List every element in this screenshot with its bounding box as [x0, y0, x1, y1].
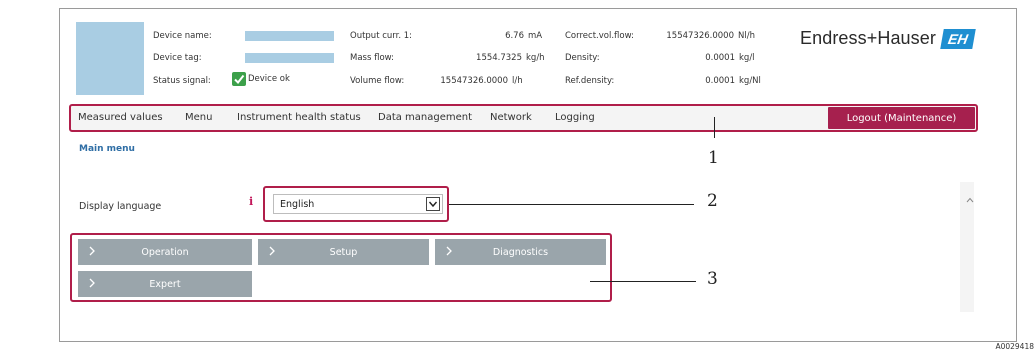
- endress-hauser-logo: Endress+Hauser EH: [800, 28, 976, 49]
- corr-vol-flow-unit: Nl/h: [738, 31, 755, 41]
- device-image: [76, 22, 144, 95]
- corr-vol-flow-label: Correct.vol.flow:: [565, 31, 634, 41]
- status-signal-label: Status signal:: [153, 76, 211, 86]
- volume-flow-unit: l/h: [512, 76, 523, 86]
- nav-network[interactable]: Network: [490, 112, 532, 123]
- chevron-right-icon: [445, 245, 453, 260]
- chevron-right-icon: [268, 245, 276, 260]
- callout-3-leader: [590, 281, 696, 282]
- language-value: English: [280, 199, 315, 210]
- density-unit: kg/l: [739, 53, 755, 63]
- chevron-down-icon[interactable]: [426, 197, 440, 211]
- ref-density-label: Ref.density:: [565, 76, 615, 86]
- status-signal-value: Device ok: [248, 74, 290, 84]
- eh-logo-icon: EH: [940, 28, 976, 49]
- chevron-right-icon: [88, 277, 96, 292]
- operation-label: Operation: [141, 246, 189, 258]
- callout-1-leader: [714, 117, 715, 138]
- device-name-value: [245, 31, 334, 41]
- expert-label: Expert: [149, 278, 181, 290]
- diagnostics-label: Diagnostics: [492, 246, 549, 258]
- density-label: Density:: [565, 53, 600, 63]
- output-curr-unit: mA: [528, 31, 543, 41]
- ref-density-unit: kg/Nl: [739, 76, 761, 86]
- diagnostics-button[interactable]: Diagnostics: [435, 239, 606, 265]
- operation-button[interactable]: Operation: [78, 239, 252, 265]
- output-curr-label: Output curr. 1:: [350, 31, 413, 41]
- density-value: 0.0001: [705, 53, 735, 63]
- nav-menu[interactable]: Menu: [185, 112, 212, 123]
- nav-data-management[interactable]: Data management: [378, 112, 472, 123]
- nav-measured-values[interactable]: Measured values: [78, 112, 163, 123]
- callout-3: 3: [707, 269, 718, 289]
- callout-2-leader: [449, 204, 694, 205]
- device-tag-label: Device tag:: [153, 53, 202, 63]
- logout-button[interactable]: Logout (Maintenance): [828, 107, 975, 129]
- volume-flow-label: Volume flow:: [350, 76, 405, 86]
- main-menu-breadcrumb[interactable]: Main menu: [79, 144, 135, 154]
- expert-button[interactable]: Expert: [78, 271, 252, 297]
- device-tag-value: [245, 53, 334, 63]
- device-name-label: Device name:: [153, 31, 212, 41]
- callout-1: 1: [708, 148, 719, 168]
- mass-flow-label: Mass flow:: [350, 53, 395, 63]
- scroll-up-icon[interactable]: [966, 188, 974, 207]
- logo-text: Endress+Hauser: [800, 28, 936, 48]
- status-signal: Device ok: [232, 72, 290, 86]
- menu-tiles-group: Operation Setup Diagnostics Expert: [70, 233, 612, 302]
- check-icon: [232, 72, 246, 86]
- display-language-label: Display language: [79, 201, 162, 212]
- corr-vol-flow-value: 15547326.0000: [666, 31, 734, 41]
- volume-flow-value: 15547326.0000: [440, 76, 508, 86]
- chevron-right-icon: [88, 245, 96, 260]
- mass-flow-value: 1554.7325: [476, 53, 522, 63]
- ref-density-value: 0.0001: [705, 76, 735, 86]
- nav-instrument-health-status[interactable]: Instrument health status: [237, 112, 361, 123]
- setup-button[interactable]: Setup: [258, 239, 429, 265]
- navigation-bar: Measured values Menu Instrument health s…: [69, 104, 978, 132]
- display-language-select[interactable]: English: [273, 194, 443, 214]
- mass-flow-unit: kg/h: [526, 53, 545, 63]
- callout-2: 2: [707, 191, 718, 211]
- language-select-highlight: English: [263, 186, 449, 222]
- output-curr-value: 6.76: [505, 31, 524, 41]
- info-icon[interactable]: i: [249, 195, 253, 208]
- figure-id: A0029418: [995, 342, 1034, 351]
- setup-label: Setup: [329, 246, 358, 258]
- nav-logging[interactable]: Logging: [555, 112, 595, 123]
